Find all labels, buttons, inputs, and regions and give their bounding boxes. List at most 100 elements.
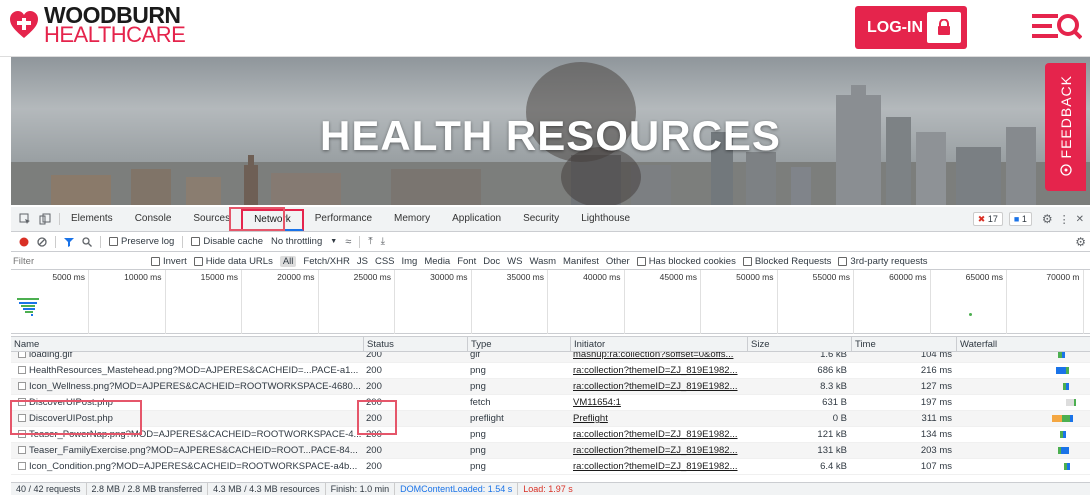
column-status[interactable]: Status: [363, 337, 467, 352]
filter-type-wasm[interactable]: Wasm: [529, 256, 556, 267]
message-icon: ■: [1013, 214, 1020, 224]
tab-console[interactable]: Console: [124, 207, 183, 231]
timeline-gridline: [470, 270, 472, 334]
tab-application[interactable]: Application: [441, 207, 512, 231]
cell-status: 200: [363, 427, 467, 442]
inspect-element-icon[interactable]: [18, 213, 31, 226]
tab-lighthouse[interactable]: Lighthouse: [570, 207, 641, 231]
tab-elements[interactable]: Elements: [60, 207, 124, 231]
cell-status: 200: [363, 443, 467, 458]
column-name[interactable]: Name: [11, 337, 363, 352]
timeline-gridline: [853, 270, 854, 334]
column-size[interactable]: Size: [747, 337, 851, 352]
waterfall-bar: [1070, 415, 1073, 422]
overview-marker: [969, 313, 972, 316]
column-waterfall[interactable]: Waterfall: [956, 337, 1090, 352]
tab-memory[interactable]: Memory: [383, 207, 441, 231]
initiator-text: ra:collection?themeID=ZJ_819E1982...: [573, 429, 738, 440]
waterfall-bar: [1062, 415, 1070, 422]
cell-initiator[interactable]: ra:collection?themeID=ZJ_819E1982...: [570, 427, 747, 442]
filter-type-ws[interactable]: WS: [507, 256, 522, 267]
initiator-text: ra:collection?themeID=ZJ_819E1982...: [573, 445, 738, 456]
throttling-select[interactable]: No throttling ▼: [271, 236, 337, 247]
cell-initiator[interactable]: ra:collection?themeID=ZJ_819E1982...: [570, 363, 747, 378]
cell-type: preflight: [467, 411, 570, 426]
record-icon[interactable]: [19, 237, 29, 247]
cell-initiator[interactable]: ra:collection?themeID=ZJ_819E1982...: [570, 443, 747, 458]
hero-title: HEALTH RESOURCES: [320, 112, 781, 159]
cell-initiator[interactable]: ra:collection?themeID=ZJ_819E1982...: [570, 379, 747, 394]
filter-icon[interactable]: [64, 237, 74, 247]
disable-cache-checkbox[interactable]: Disable cache: [191, 236, 263, 247]
request-count: 40 / 42 requests: [11, 483, 87, 495]
filter-type-fetch-xhr[interactable]: Fetch/XHR: [303, 256, 349, 267]
more-options-icon[interactable]: ⋮: [1059, 213, 1070, 226]
column-type[interactable]: Type: [467, 337, 570, 352]
third-party-checkbox[interactable]: 3rd-party requests: [838, 256, 928, 267]
cell-initiator[interactable]: Preflight: [570, 411, 747, 426]
tab-performance[interactable]: Performance: [304, 207, 383, 231]
filter-type-css[interactable]: CSS: [375, 256, 395, 267]
network-conditions-icon[interactable]: ≈: [345, 236, 351, 248]
filter-type-media[interactable]: Media: [424, 256, 450, 267]
logo[interactable]: WOODBURN HEALTHCARE: [8, 4, 186, 46]
tab-security[interactable]: Security: [512, 207, 570, 231]
filter-type-js[interactable]: JS: [357, 256, 368, 267]
waterfall-bar: [1067, 463, 1070, 470]
filter-type-all[interactable]: All: [279, 255, 297, 267]
device-toolbar-icon[interactable]: [38, 213, 51, 226]
status-text: 200: [366, 365, 382, 376]
clear-icon[interactable]: [37, 236, 47, 247]
search-icon[interactable]: [82, 236, 92, 247]
table-row[interactable]: DiscoverUIPost.php 200 preflight Preflight 0…: [11, 411, 1090, 427]
cell-initiator[interactable]: mashup:ra:collection?soffset=0&offs...: [570, 352, 747, 362]
login-button[interactable]: LOG-IN: [855, 6, 967, 49]
filter-type-img[interactable]: Img: [402, 256, 418, 267]
filter-type-manifest[interactable]: Manifest: [563, 256, 599, 267]
tab-network[interactable]: Network: [241, 209, 304, 231]
time-text: 203 ms: [920, 445, 952, 456]
network-settings-icon[interactable]: ⚙: [1075, 235, 1086, 249]
cell-initiator[interactable]: ra:collection?themeID=ZJ_819E1982...: [570, 459, 747, 474]
divider: [100, 235, 101, 248]
cell-type: png: [467, 379, 570, 394]
tab-sources[interactable]: Sources: [182, 207, 241, 231]
timeline-overview[interactable]: 5000 ms 10000 ms 15000 ms 20000 ms 25000 ms 3…: [11, 270, 1090, 334]
table-row[interactable]: Teaser_PowerNap.png?MOD=AJPERES&CACHEID=…: [11, 427, 1090, 443]
size-text: 631 B: [822, 397, 847, 408]
menu-search-icon[interactable]: [1032, 11, 1082, 41]
filter-type-other[interactable]: Other: [606, 256, 630, 267]
export-har-icon[interactable]: ⤓: [381, 236, 385, 247]
table-row[interactable]: HealthResources_Mastehead.png?MOD=AJPERE…: [11, 363, 1090, 379]
cell-initiator[interactable]: VM11654:1: [570, 395, 747, 410]
invert-checkbox[interactable]: Invert: [151, 256, 187, 267]
table-row[interactable]: DiscoverUIPost.php 200 fetch VM11654:1 631 B…: [11, 395, 1090, 411]
message-count-badge[interactable]: ■ 1: [1008, 212, 1032, 226]
table-row[interactable]: Teaser_FamilyExercise.png?MOD=AJPERES&CA…: [11, 443, 1090, 459]
error-count-badge[interactable]: ✖ 17: [972, 212, 1003, 226]
name-text: Teaser_PowerNap.png?MOD=AJPERES&CACHEID=…: [29, 429, 362, 440]
column-time[interactable]: Time: [851, 337, 956, 352]
close-icon[interactable]: ✕: [1076, 214, 1084, 225]
filter-type-font[interactable]: Font: [457, 256, 476, 267]
has-blocked-cookies-checkbox[interactable]: Has blocked cookies: [636, 255, 736, 267]
filter-type-doc[interactable]: Doc: [483, 256, 500, 267]
table-row[interactable]: Icon_Wellness.png?MOD=AJPERES&CACHEID=RO…: [11, 379, 1090, 395]
has-blocked-cookies-label: Has blocked cookies: [648, 255, 736, 267]
import-har-icon[interactable]: ⤒: [368, 236, 372, 247]
table-row[interactable]: loading.gif 200 gif mashup:ra:collection?so…: [11, 352, 1090, 363]
filter-bar: Invert Hide data URLs All Fetch/XHR JS C…: [11, 252, 1090, 270]
preserve-log-checkbox[interactable]: Preserve log: [109, 236, 174, 247]
timeline-tick-label: 15000 ms: [200, 272, 238, 282]
column-initiator[interactable]: Initiator: [570, 337, 747, 352]
timeline-tick-label: 45000 ms: [659, 272, 697, 282]
settings-gear-icon[interactable]: ⚙: [1042, 212, 1053, 226]
blocked-requests-checkbox[interactable]: Blocked Requests: [742, 256, 831, 267]
time-text: 197 ms: [920, 397, 952, 408]
size-text: 0 B: [832, 413, 847, 424]
feedback-tab[interactable]: FEEDBACK: [1045, 63, 1086, 191]
filter-input[interactable]: [13, 254, 141, 268]
finish-time: Finish: 1.0 min: [326, 483, 396, 495]
table-row[interactable]: Icon_Condition.png?MOD=AJPERES&CACHEID=R…: [11, 459, 1090, 475]
hide-data-urls-checkbox[interactable]: Hide data URLs: [193, 256, 273, 267]
